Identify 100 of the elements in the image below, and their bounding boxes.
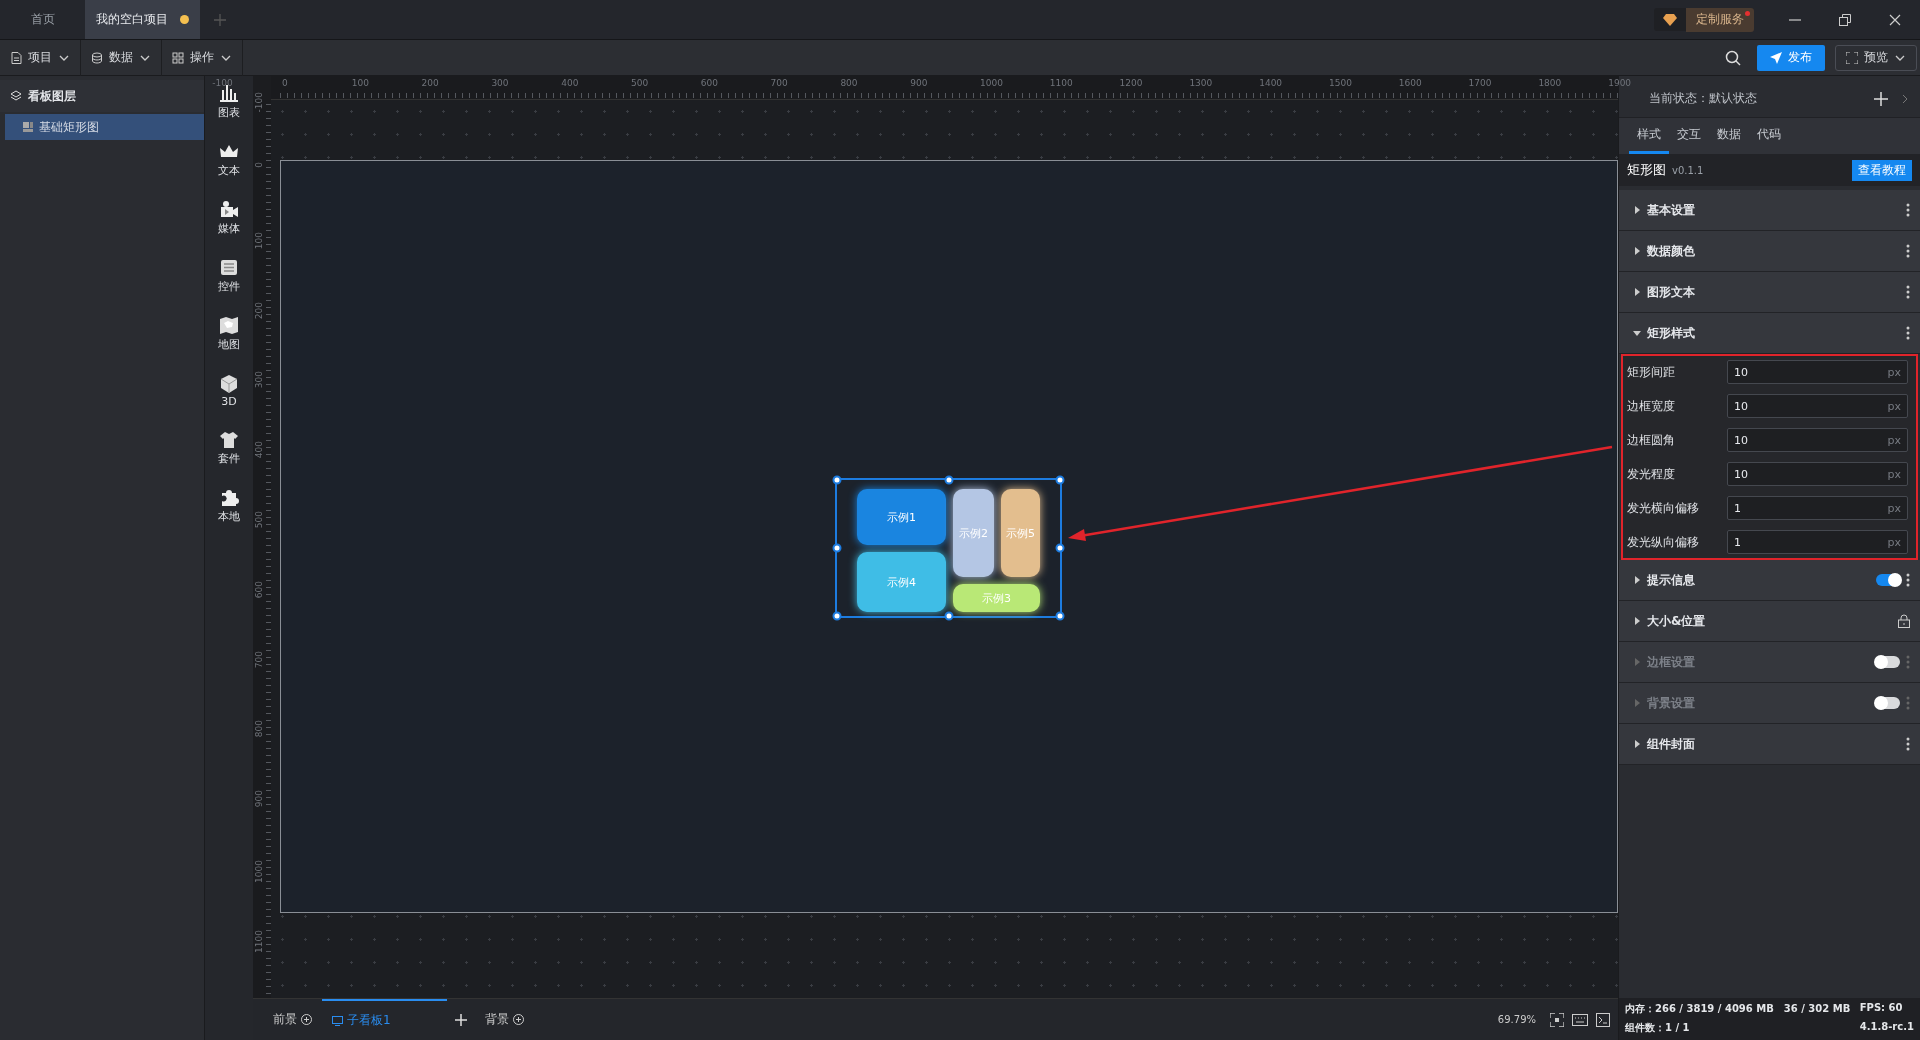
fps-counter: FPS: 60 [1859, 1002, 1904, 1015]
resize-handle[interactable] [832, 543, 842, 553]
section-header[interactable]: 图形文本 [1619, 272, 1920, 313]
resize-handle[interactable] [1055, 611, 1065, 621]
more-icon[interactable] [1906, 326, 1910, 340]
ruler-label: -100 [254, 92, 264, 113]
tutorial-button[interactable]: 查看教程 [1852, 159, 1912, 181]
input-field[interactable]: 1 px [1727, 530, 1908, 554]
component-category-button[interactable]: 3D [219, 374, 239, 408]
board-tab[interactable]: 前景 [263, 998, 322, 1040]
treemap-tile: 示例2 [953, 489, 994, 577]
panel-tab[interactable]: 交互 [1669, 118, 1709, 154]
input-field[interactable]: 10 px [1727, 360, 1908, 384]
preview-button[interactable]: 预览 [1835, 44, 1917, 71]
publish-button[interactable]: 发布 [1757, 44, 1825, 71]
input-field[interactable]: 10 px [1727, 462, 1908, 486]
menu-button[interactable]: 操作 [162, 39, 243, 76]
ruler-label: 200 [420, 78, 439, 88]
component-category-button[interactable]: 控件 [218, 258, 240, 294]
menu-button[interactable]: 数据 [81, 39, 162, 76]
treemap-tile: 示例5 [1001, 489, 1040, 577]
resize-handle[interactable] [944, 611, 953, 621]
caret-right-icon [1633, 206, 1641, 214]
panel-tab[interactable]: 数据 [1709, 118, 1749, 154]
ruler-label: 800 [254, 720, 264, 738]
panel-tab[interactable]: 代码 [1749, 118, 1789, 154]
ruler-label: 300 [490, 78, 509, 88]
close-icon[interactable] [1889, 13, 1901, 26]
more-icon[interactable] [1906, 573, 1910, 587]
layer-item[interactable]: 基础矩形图 [5, 114, 204, 140]
custom-service-button[interactable]: 定制服务 [1686, 7, 1754, 32]
menu-button[interactable]: 项目 [0, 39, 81, 76]
section-header[interactable]: 数据颜色 [1619, 231, 1920, 272]
board-tab[interactable]: 子看板1 [322, 998, 447, 1040]
panel-title: 看板图层 [28, 87, 76, 105]
resize-handle[interactable] [832, 475, 842, 485]
ruler-label: 700 [254, 650, 264, 668]
resize-handle[interactable] [1055, 475, 1065, 485]
ruler-label: 500 [630, 78, 649, 88]
caret-right-icon [1633, 617, 1641, 625]
treemap-tile: 示例1 [857, 489, 946, 545]
fullscreen-icon [1846, 51, 1858, 64]
ruler-label: 1400 [1258, 78, 1283, 88]
more-icon[interactable] [1906, 244, 1910, 258]
field-label: 矩形间距 [1627, 363, 1676, 381]
section-header[interactable]: 提示信息 [1619, 560, 1920, 601]
fit-screen-icon[interactable] [1550, 1012, 1564, 1027]
ruler-label: 1900 [1607, 78, 1632, 88]
input-field[interactable]: 10 px [1727, 428, 1908, 452]
lock-icon[interactable] [1898, 614, 1910, 628]
section-header[interactable]: 组件封面 [1619, 724, 1920, 765]
add-icon[interactable] [455, 1013, 467, 1026]
component-category-button[interactable]: 套件 [218, 430, 240, 466]
ruler-label: 1000 [979, 78, 1003, 88]
ruler-label: 1200 [1118, 78, 1143, 88]
caret-right-icon [1633, 576, 1641, 584]
ruler-label: 1500 [1328, 78, 1352, 88]
field-label: 边框圆角 [1627, 431, 1676, 449]
toggle-switch[interactable] [1876, 574, 1900, 586]
ruler-label: 1800 [1537, 78, 1562, 88]
diamond-icon [1663, 13, 1677, 26]
caret-right-icon [1633, 740, 1641, 748]
more-icon[interactable] [1906, 285, 1910, 299]
monitor-icon [332, 1015, 343, 1026]
field-label: 发光程度 [1627, 465, 1676, 483]
component-category-button[interactable]: 媒体 [218, 200, 240, 236]
component-category-button[interactable]: 地图 [218, 316, 240, 352]
resize-handle[interactable] [832, 611, 842, 621]
component-category-button[interactable]: 本地 [218, 488, 240, 524]
resize-handle[interactable] [944, 475, 953, 485]
treemap-chart[interactable]: 示例1 示例2 示例5 示例4 示例3 [835, 478, 1062, 618]
search-icon[interactable] [1725, 49, 1741, 66]
field-label: 发光纵向偏移 [1627, 533, 1700, 551]
ruler-label: 100 [350, 78, 369, 88]
section-header[interactable]: 大小&位置 [1619, 601, 1920, 642]
ruler-label: 1000 [254, 860, 264, 883]
ruler-label: 1300 [1188, 78, 1213, 88]
add-icon[interactable] [1874, 91, 1888, 106]
section-header[interactable]: 基本设置 [1619, 190, 1920, 231]
more-icon[interactable] [1906, 737, 1910, 751]
chevron-right-icon[interactable] [1900, 93, 1910, 104]
restore-icon[interactable] [1839, 13, 1851, 26]
project-tab[interactable]: 我的空白项目 [85, 0, 200, 39]
ruler-label: 400 [560, 78, 579, 88]
input-field[interactable]: 1 px [1727, 496, 1908, 520]
shirt-icon [219, 430, 239, 449]
ruler-label: 100 [254, 231, 264, 249]
video-camera-icon [219, 200, 239, 219]
keyboard-icon[interactable] [1572, 1013, 1588, 1026]
resize-handle[interactable] [1055, 543, 1065, 553]
caret-right-icon [1633, 658, 1641, 666]
section-header[interactable]: 矩形样式 [1619, 313, 1920, 354]
board-tab[interactable]: 背景 [475, 998, 534, 1040]
terminal-icon[interactable] [1596, 1012, 1610, 1027]
input-field[interactable]: 10 px [1727, 394, 1908, 418]
more-icon[interactable] [1906, 203, 1910, 217]
send-icon [1770, 51, 1782, 64]
component-category-button[interactable]: 文本 [218, 142, 240, 178]
ruler-label: 200 [254, 301, 264, 319]
grid-icon [172, 51, 184, 64]
